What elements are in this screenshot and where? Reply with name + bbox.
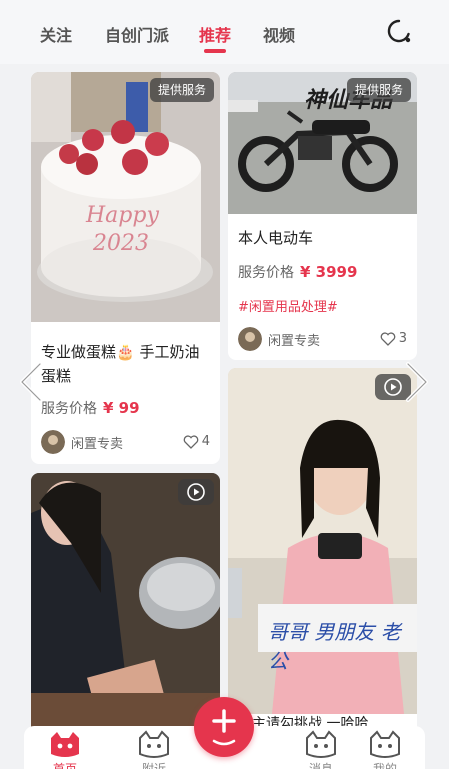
service-card-ebike[interactable]: 神仙车品 提供服务 本人电动车 服务价格 ¥ 3999 #闲置用品处理# 闲置专卖… [228, 72, 417, 360]
tab-original-sect[interactable]: 自创门派 [105, 22, 169, 46]
nav-label: 消息 [308, 762, 333, 769]
avatar [41, 430, 65, 454]
service-badge: 提供服务 [346, 78, 411, 102]
service-badge: 提供服务 [149, 78, 214, 102]
price-value: ¥ 3999 [300, 263, 358, 281]
price-value: ¥ 99 [103, 399, 140, 417]
nav-item-nearby[interactable]: 附近 [129, 726, 179, 769]
price-label: 服务价格 [41, 401, 97, 417]
sign-text: 哥哥 男朋友 老公 [268, 620, 401, 673]
search-icon[interactable] [386, 18, 414, 46]
avatar [238, 327, 262, 351]
like-button[interactable]: 4 [183, 434, 210, 449]
nav-item-messages[interactable]: 消息 [296, 726, 346, 769]
publish-button[interactable] [194, 697, 254, 757]
price-line: 服务价格 ¥ 3999 [238, 262, 357, 282]
svg-text:2023: 2023 [92, 231, 149, 256]
top-nav: 关注 自创门派 推荐 视频 [0, 0, 449, 64]
nav-item-mine[interactable]: 我的 [360, 726, 410, 769]
video-thumbnail [31, 473, 220, 733]
cat-messages-icon [306, 730, 336, 758]
heart-icon [183, 434, 199, 449]
play-icon[interactable] [178, 479, 214, 505]
price-label: 服务价格 [238, 265, 294, 281]
cat-home-icon [51, 732, 79, 757]
service-card-cake[interactable]: Happy 2023 提供服务 专业做蛋糕🎂 手工奶油蛋糕 服务价格 ¥ 99 闲… [31, 72, 220, 464]
card-user[interactable]: 闲置专卖 [238, 327, 320, 351]
card-user[interactable]: 闲置专卖 [41, 430, 123, 454]
chevron-right-icon[interactable] [402, 360, 432, 404]
tab-follow[interactable]: 关注 [40, 22, 72, 46]
topic-tag[interactable]: #闲置用品处理# [238, 296, 338, 315]
username: 闲置专卖 [268, 333, 321, 349]
heart-icon [380, 331, 396, 346]
cat-profile-icon [370, 730, 400, 758]
nav-label: 首页 [52, 762, 77, 769]
nav-label: 附近 [141, 762, 166, 769]
card-title: 专业做蛋糕🎂 手工奶油蛋糕 [41, 343, 200, 385]
like-count: 4 [201, 434, 210, 449]
card-title: 本人电动车 [238, 229, 314, 247]
nav-label: 我的 [372, 762, 397, 769]
video-card-right[interactable]: 哥哥 男朋友 老公 公主请勾挑战 一哈哈 [228, 368, 417, 733]
cat-nearby-icon [139, 730, 169, 758]
nav-item-home[interactable]: 首页 [40, 726, 90, 769]
plus-icon [212, 709, 236, 746]
tab-video[interactable]: 视频 [263, 22, 295, 46]
active-tab-indicator [204, 49, 226, 53]
video-card-left[interactable] [31, 473, 220, 733]
username: 闲置专卖 [71, 436, 124, 452]
like-button[interactable]: 3 [380, 331, 407, 346]
tab-recommend[interactable]: 推荐 [199, 22, 231, 46]
svg-text:Happy: Happy [85, 203, 159, 228]
chevron-left-icon[interactable] [16, 360, 46, 404]
cake-image: Happy 2023 [31, 72, 220, 322]
like-count: 3 [398, 331, 407, 346]
price-line: 服务价格 ¥ 99 [41, 398, 140, 418]
